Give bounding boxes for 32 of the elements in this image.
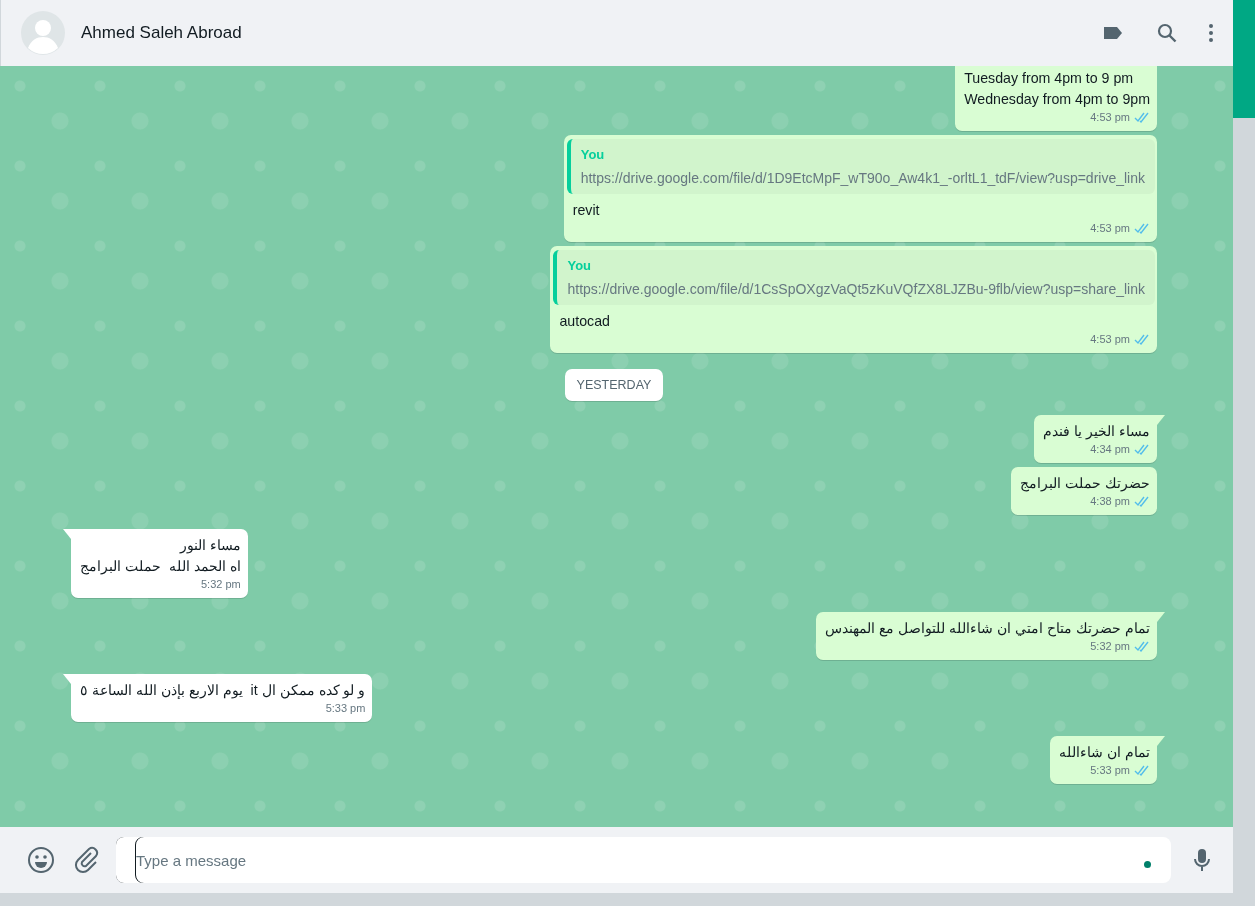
quote-author: You: [567, 258, 593, 273]
message-text: autocad: [559, 312, 611, 331]
message-field[interactable]: Type a message: [116, 837, 1171, 883]
message-text: مساء النور: [178, 536, 241, 556]
message-text: تمام ان شاءالله: [1059, 743, 1150, 763]
message-text: و لو كده ممكن ال it يوم الاربع بإذن الله الساعة ٥: [80, 681, 366, 701]
message-time: 4:34 pm: [1090, 443, 1130, 455]
message-time: 5:33 pm: [325, 702, 366, 714]
avatar-icon: [21, 11, 65, 55]
emoji-icon[interactable]: [26, 845, 56, 875]
message-time: 4:53 pm: [1090, 333, 1130, 345]
message-text: Wednesday from 4pm to 9pm: [964, 90, 1150, 109]
message-time: 4:53 pm: [1090, 111, 1130, 123]
message-text: تمام حضرتك متاح امتي ان شاءالله للتواصل مع المهندس: [825, 619, 1150, 639]
quote-author: You: [580, 147, 606, 162]
status-dot: [1144, 861, 1151, 868]
message-text: اه الحمد الله حملت البرامج: [80, 557, 241, 577]
quote-text: https://drive.google.com/file/d/1D9EtcMpF_wT90o_Aw4k1_-orltL1_tdF/view?usp=drive_link: [580, 170, 1145, 186]
quoted-message[interactable]: You https://drive.google.com/file/d/1CsSpOXgzVaQt5zKuVQfZX8LJZBu-9flb/view?usp=share_link: [553, 250, 1155, 305]
message-text: حضرتك حملت البرامج: [1020, 474, 1150, 494]
message-text: مساء الخير يا فندم: [1043, 422, 1150, 442]
message-text: Tuesday from 4pm to 9 pm: [964, 69, 1135, 88]
quoted-message[interactable]: You https://drive.google.com/file/d/1D9EtcMpF_wT90o_Aw4k1_-orltL1_tdF/view?usp=drive_link: [566, 139, 1155, 194]
contact-name: Ahmed Saleh Abroad: [81, 23, 243, 43]
message-time: 5:32 pm: [200, 578, 241, 590]
message-time: 4:38 pm: [1090, 495, 1130, 507]
search-icon[interactable]: [1155, 21, 1179, 45]
message-time: 4:53 pm: [1090, 222, 1130, 234]
message-text: revit: [572, 201, 601, 220]
message-time: 5:32 pm: [1090, 640, 1130, 652]
message-time: 5:33 pm: [1090, 764, 1130, 776]
quote-text: https://drive.google.com/file/d/1CsSpOXgzVaQt5zKuVQfZX8LJZBu-9flb/view?usp=share_link: [567, 281, 1145, 297]
